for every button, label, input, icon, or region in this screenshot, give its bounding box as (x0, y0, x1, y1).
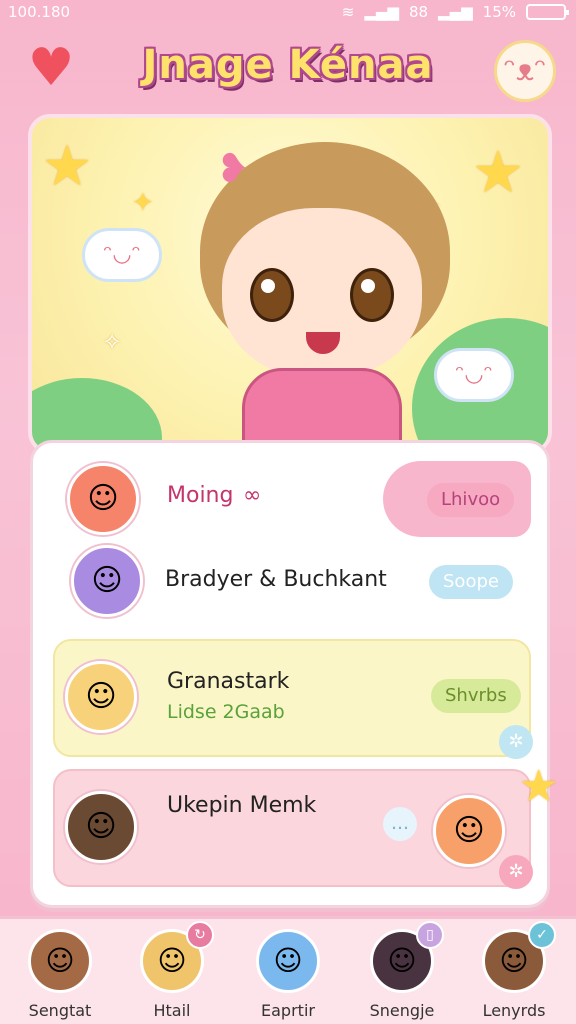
contact-list: ☺ Moing ∞ Lhivoo ☺ Bradyer & Buchkant So… (30, 440, 558, 908)
nav-label: Sengtat (28, 1001, 92, 1020)
wifi-icon: ≋ (341, 3, 355, 21)
character-eye-left (250, 268, 294, 322)
row-action-button[interactable]: Soope (429, 565, 513, 599)
list-item[interactable]: ☺ Bradyer & Buchkant Soope (53, 541, 531, 621)
row-action-button[interactable]: Shvrbs (431, 679, 521, 713)
sparkle-icon[interactable]: ✲ (499, 725, 533, 759)
app-title: Jnage Kénaa (142, 42, 434, 88)
nav-label: Eaprtir (261, 1001, 315, 1020)
battery-percent: 15% (482, 3, 516, 21)
cloud-mascot-icon[interactable]: ᵔᴥᵔ (494, 40, 556, 102)
row-title: Granastark (167, 669, 290, 694)
bottom-nav: ☺ Sengtat ☺ ↻ Htail ☺ Eaprtir ☺ ▯ Snengj… (0, 916, 576, 1024)
avatar: ☺ (65, 661, 137, 733)
nav-label: Snengje (369, 1001, 435, 1020)
battery-icon (526, 4, 569, 20)
star-icon: ★ (519, 761, 559, 812)
avatar: ☺ (433, 795, 505, 867)
nav-item-eaprtir[interactable]: ☺ Eaprtir (238, 919, 338, 1024)
row-title: Bradyer & Buchkant (165, 567, 387, 592)
nav-item-sengtat[interactable]: ☺ Sengtat (10, 919, 110, 1024)
calendar-badge-icon: ▯ (416, 921, 444, 949)
status-time: 100.180 (8, 3, 71, 21)
signal-icon: ▂▄▆ (364, 3, 399, 21)
status-indicators: ≋ ▂▄▆ 88 ▂▄▆ 15% (341, 3, 569, 21)
header: ♥ Jnage Kénaa ᵔᴥᵔ (0, 30, 576, 110)
signal-label: 88 (408, 3, 429, 21)
notification-badge-icon: ↻ (186, 921, 214, 949)
chat-bubble-icon: … (383, 807, 417, 841)
nav-label: Htail (153, 1001, 191, 1020)
infinity-icon: ∞ (243, 483, 262, 508)
sparkle-icon: ✦ (132, 188, 154, 218)
character-eye-right (350, 268, 394, 322)
nav-item-snengje[interactable]: ☺ ▯ Snengje (352, 919, 452, 1024)
row-subtitle: Lidse 2Gaab (167, 701, 285, 723)
bird-badge-icon: ✓ (528, 921, 556, 949)
nav-label: Lenyrds (482, 1001, 546, 1020)
list-item[interactable]: ☺ Ukepin Memk ☺ … ✲ (53, 769, 533, 889)
star-icon: ★ (472, 138, 524, 206)
list-item[interactable]: ☺ Granastark Lidse 2Gaab Shvrbs ✲ (53, 639, 533, 759)
cloud-icon: ᵔ◡ᵔ (82, 228, 162, 282)
list-item[interactable]: ☺ Moing ∞ Lhivoo (53, 461, 531, 537)
status-bar: 100.180 ≋ ▂▄▆ 88 ▂▄▆ 15% (0, 0, 576, 26)
signal-icon-2: ▂▄▆ (438, 3, 473, 21)
avatar: ☺ (256, 929, 320, 993)
nav-item-htail[interactable]: ☺ ↻ Htail (122, 919, 222, 1024)
row-action-button[interactable]: Lhivoo (427, 483, 515, 517)
hero-banner: ★ ★ ✦ ✧ ✧ ᵔ◡ᵔ ᵔ◡ᵔ ❥ (28, 114, 552, 454)
sparkle-icon: ✧ (102, 328, 123, 356)
row-title: Ukepin Memk (167, 793, 317, 818)
star-icon: ★ (42, 134, 93, 199)
bow-icon: ❥ (216, 146, 250, 192)
avatar: ☺ (71, 545, 143, 617)
avatar: ☺ (65, 791, 137, 863)
nav-item-lenyrds[interactable]: ☺ ✓ Lenyrds (464, 919, 564, 1024)
avatar: ☺ (28, 929, 92, 993)
avatar: ☺ (67, 463, 139, 535)
cloud-icon: ᵔ◡ᵔ (434, 348, 514, 402)
sparkle-icon[interactable]: ✲ (499, 855, 533, 889)
row-title: Moing (167, 483, 234, 508)
